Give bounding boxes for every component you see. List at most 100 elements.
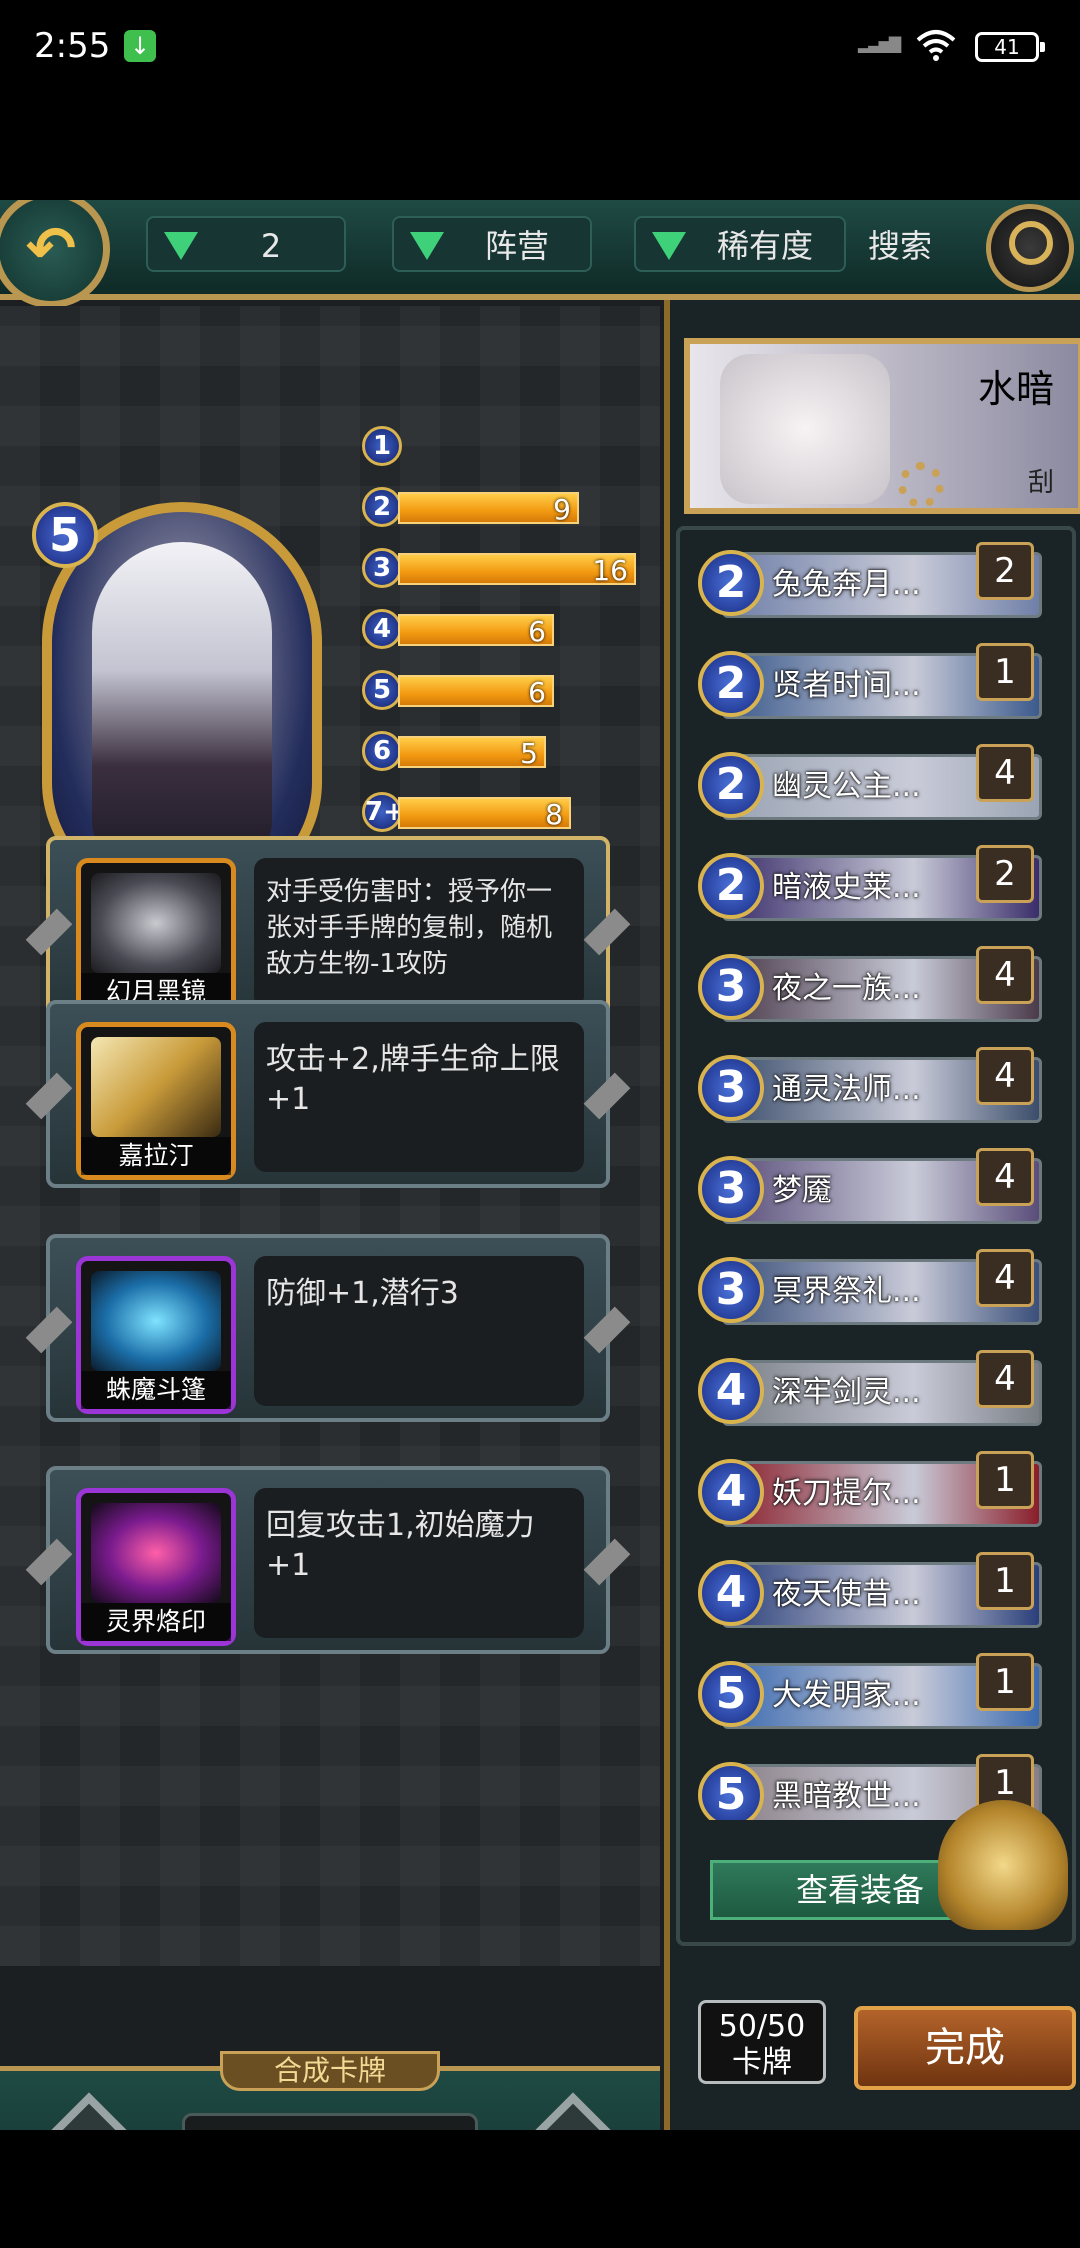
helmet-icon bbox=[938, 1800, 1068, 1930]
mana-curve-bar: 16 bbox=[398, 553, 636, 587]
mana-curve-count: 16 bbox=[592, 554, 628, 587]
deck-card-row[interactable]: 2 兔兔奔月... 2 bbox=[692, 540, 1052, 630]
deck-card-row[interactable]: 3 梦魇 4 bbox=[692, 1146, 1052, 1236]
next-page-arrow-icon[interactable] bbox=[509, 2092, 637, 2130]
cost-badge: 7+ bbox=[362, 792, 405, 832]
dropdown-triangle-icon bbox=[164, 232, 198, 260]
mana-curve-row: 29 bbox=[362, 487, 642, 527]
card-cost: 5 bbox=[698, 1762, 764, 1820]
card-count: 1 bbox=[976, 1451, 1034, 1509]
hero-cost: 5 bbox=[32, 502, 98, 568]
equipment-name: 嘉拉汀 bbox=[81, 1137, 231, 1175]
equipment-description: 防御+1,潜行3 bbox=[254, 1256, 584, 1406]
card-cost: 3 bbox=[698, 1257, 764, 1323]
card-count: 4 bbox=[976, 1350, 1034, 1408]
deck-card-row[interactable]: 3 夜之一族... 4 bbox=[692, 944, 1052, 1034]
card-count: 4 bbox=[976, 1047, 1034, 1105]
card-name: 夜之一族... bbox=[772, 971, 921, 1006]
gear-icon[interactable] bbox=[898, 462, 944, 508]
card-cost: 2 bbox=[698, 752, 764, 818]
dropdown-triangle-icon bbox=[652, 232, 686, 260]
card-cost: 3 bbox=[698, 954, 764, 1020]
equipment-slot-1[interactable]: 幻月黑镜 对手受伤害时：授予你一张对手手牌的复制，随机敌方生物-1攻防 bbox=[25, 836, 631, 1024]
cost-filter-label: 2 bbox=[260, 227, 282, 265]
leader-card[interactable]: 水暗 刮 bbox=[684, 338, 1080, 514]
card-name: 暗液史莱... bbox=[772, 870, 921, 905]
search-label[interactable]: 搜索 bbox=[868, 218, 932, 274]
card-count: 4 bbox=[976, 946, 1034, 1004]
mana-curve-bar: 8 bbox=[398, 797, 571, 831]
equipment-icon: 嘉拉汀 bbox=[76, 1022, 236, 1180]
card-cost: 4 bbox=[698, 1358, 764, 1424]
mana-curve-bar: 9 bbox=[398, 492, 579, 526]
deck-card-row[interactable]: 4 夜天使昔... 1 bbox=[692, 1550, 1052, 1640]
equipment-slot-2[interactable]: 嘉拉汀 攻击+2,牌手生命上限+1 bbox=[25, 1000, 631, 1188]
card-cost: 4 bbox=[698, 1459, 764, 1525]
card-name: 通灵法师... bbox=[772, 1072, 921, 1107]
card-name: 冥界祭礼... bbox=[772, 1274, 921, 1309]
page-bar: 合成卡牌 5/8 bbox=[0, 2051, 660, 2130]
card-count: 1 bbox=[976, 643, 1034, 701]
equipment-description: 回复攻击1,初始魔力+1 bbox=[254, 1488, 584, 1638]
magnifier-icon bbox=[1009, 221, 1053, 265]
deck-list[interactable]: 2 兔兔奔月... 2 2 贤者时间... 1 2 幽灵公主... 4 2 暗液史莱... 2 3 夜之一… bbox=[692, 540, 1052, 1820]
deck-editor: 2 阵营 稀有度 搜索 ↶ 5 刮 4 3 1 2 bbox=[0, 200, 1080, 2130]
cost-badge: 3 bbox=[362, 548, 402, 588]
rarity-filter-dropdown[interactable]: 稀有度 bbox=[634, 216, 846, 272]
done-button[interactable]: 完成 bbox=[854, 2006, 1076, 2090]
mana-curve-count: 5 bbox=[520, 737, 538, 770]
deck-card-row[interactable]: 3 冥界祭礼... 4 bbox=[692, 1247, 1052, 1337]
card-name: 深牢剑灵... bbox=[772, 1375, 921, 1410]
mana-curve-count: 6 bbox=[528, 676, 546, 709]
card-cost: 2 bbox=[698, 550, 764, 616]
card-name: 梦魇 bbox=[772, 1173, 832, 1208]
cost-filter-dropdown[interactable]: 2 bbox=[146, 216, 346, 272]
search-button[interactable] bbox=[986, 204, 1074, 292]
card-count: 2 bbox=[976, 542, 1034, 600]
mana-curve-row: 3 16 bbox=[362, 548, 642, 588]
deck-card-row[interactable]: 2 贤者时间... 1 bbox=[692, 641, 1052, 731]
deck-card-row[interactable]: 3 通灵法师... 4 bbox=[692, 1045, 1052, 1135]
black-mirror-icon bbox=[91, 873, 221, 973]
leader-name: 水暗 bbox=[977, 367, 1054, 411]
deck-card-row[interactable]: 2 幽灵公主... 4 bbox=[692, 742, 1052, 832]
deck-card-row[interactable]: 2 暗液史莱... 2 bbox=[692, 843, 1052, 933]
deck-card-row[interactable]: 4 深牢剑灵... 4 bbox=[692, 1348, 1052, 1438]
mana-curve-row: 1 bbox=[362, 426, 642, 466]
deck-panel: 水暗 刮 2 兔兔奔月... 2 2 贤者时间... 1 2 幽灵公主... 4 2 暗液史莱...… bbox=[664, 300, 1080, 2130]
mana-curve-count: 6 bbox=[528, 615, 546, 648]
cost-badge: 1 bbox=[362, 426, 402, 466]
clock: 2:55 bbox=[34, 26, 111, 66]
card-cost: 2 bbox=[698, 651, 764, 717]
craft-card-tab[interactable]: 合成卡牌 bbox=[220, 2051, 440, 2091]
card-count: 1 bbox=[976, 1552, 1034, 1610]
deck-count-badge: 50/50 卡牌 bbox=[698, 2000, 826, 2084]
equipment-slot-3[interactable]: 蛛魔斗篷 防御+1,潜行3 bbox=[25, 1234, 631, 1422]
signal-icon: ▂▃▅▇ bbox=[858, 34, 901, 53]
equipment-icon: 灵界烙印 bbox=[76, 1488, 236, 1646]
card-name: 黑暗教世... bbox=[772, 1779, 921, 1814]
equipment-description: 对手受伤害时：授予你一张对手手牌的复制，随机敌方生物-1攻防 bbox=[254, 858, 584, 1008]
screen: 2:55 ↓ ▂▃▅▇ 41 2 阵营 稀有度 搜索 ↶ 5 1 2 9 3 1… bbox=[0, 0, 1080, 2248]
equipment-slot-4[interactable]: 灵界烙印 回复攻击1,初始魔力+1 bbox=[25, 1466, 631, 1654]
mana-curve-bar: 6 bbox=[398, 614, 554, 648]
faction-filter-label: 阵营 bbox=[484, 227, 549, 265]
card-count: 2 bbox=[976, 845, 1034, 903]
cost-badge: 5 bbox=[362, 670, 402, 710]
deck-count-label: 卡牌 bbox=[732, 2045, 792, 2080]
prev-page-arrow-icon[interactable] bbox=[25, 2092, 153, 2130]
mana-curve-count: 9 bbox=[553, 493, 571, 526]
faction-filter-dropdown[interactable]: 阵营 bbox=[392, 216, 592, 272]
wifi-icon bbox=[916, 28, 956, 62]
card-count: 4 bbox=[976, 1148, 1034, 1206]
mana-curve-row: 65 bbox=[362, 731, 642, 771]
cloak-icon bbox=[91, 1271, 221, 1371]
deck-card-row[interactable]: 5 大发明家... 1 bbox=[692, 1651, 1052, 1741]
cost-badge: 4 bbox=[362, 609, 402, 649]
hero-portrait bbox=[92, 542, 272, 862]
card-cost: 2 bbox=[698, 853, 764, 919]
mana-curve-count: 8 bbox=[545, 798, 563, 831]
card-cost: 5 bbox=[698, 1661, 764, 1727]
deck-card-row[interactable]: 4 妖刀提尔... 1 bbox=[692, 1449, 1052, 1539]
equipment-icon: 蛛魔斗篷 bbox=[76, 1256, 236, 1414]
